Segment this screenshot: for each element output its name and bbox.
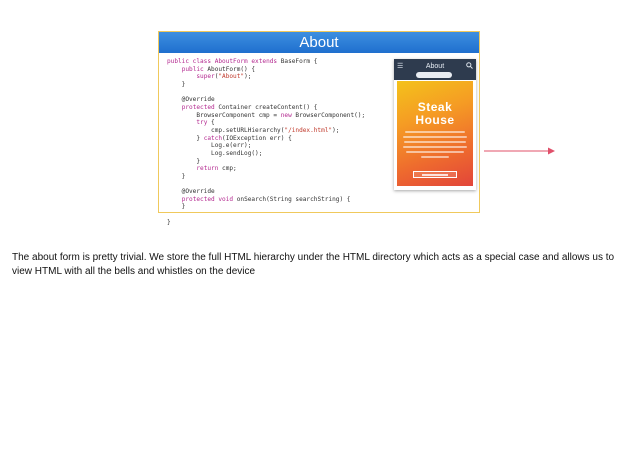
code-line: public class AboutForm extends BaseForm … <box>167 58 318 65</box>
code-line: protected Container createContent() { <box>181 103 318 111</box>
code-line: try { <box>196 119 215 127</box>
phone-toolbar: ☰ About <box>394 59 476 80</box>
code-line: @Override <box>167 96 215 104</box>
code-line: @Override <box>167 188 215 196</box>
code-line: } <box>167 172 186 180</box>
phone-tab-indicator[interactable] <box>416 72 452 78</box>
caption-text: The about form is pretty trivial. We sto… <box>12 252 615 277</box>
code-line: super("About"); <box>196 73 252 81</box>
code-line: Log.e(err); <box>167 142 252 150</box>
code-listing: public class AboutForm extends BaseForm … <box>167 58 365 226</box>
hero-text-line <box>403 136 467 138</box>
code-line: return cmp; <box>196 165 237 173</box>
code-line: cmp.setURLHierarchy("/index.html"); <box>167 126 340 134</box>
search-icon[interactable] <box>466 62 473 72</box>
phone-title: About <box>425 63 445 70</box>
code-line: BrowserComponent cmp = new BrowserCompon… <box>167 111 366 119</box>
hero-text-line <box>404 141 466 143</box>
phone-preview: ☰ About Steak House <box>394 59 476 190</box>
code-line: } catch(IOException err) { <box>167 134 292 142</box>
code-line: protected void onSearch(String searchStr… <box>181 195 351 203</box>
hero-text-line <box>406 151 464 153</box>
code-line: } <box>167 157 201 165</box>
hero-title-line2: House <box>415 113 455 127</box>
slide: About public class AboutForm extends Bas… <box>158 31 555 226</box>
hero-text-line <box>421 156 449 158</box>
hero-button[interactable] <box>413 171 457 178</box>
code-line: public AboutForm() { <box>181 65 256 73</box>
hero-title: Steak House <box>397 101 473 127</box>
code-line: Log.sendLog(); <box>167 149 263 157</box>
hero-text-line <box>403 146 467 148</box>
code-line: } <box>167 218 171 226</box>
arrow-icon <box>484 147 555 155</box>
code-line: } <box>167 203 186 211</box>
hero-image: Steak House <box>397 81 473 186</box>
slide-title: About <box>159 32 479 53</box>
hero-text-line <box>405 131 465 133</box>
code-line: } <box>167 80 186 88</box>
